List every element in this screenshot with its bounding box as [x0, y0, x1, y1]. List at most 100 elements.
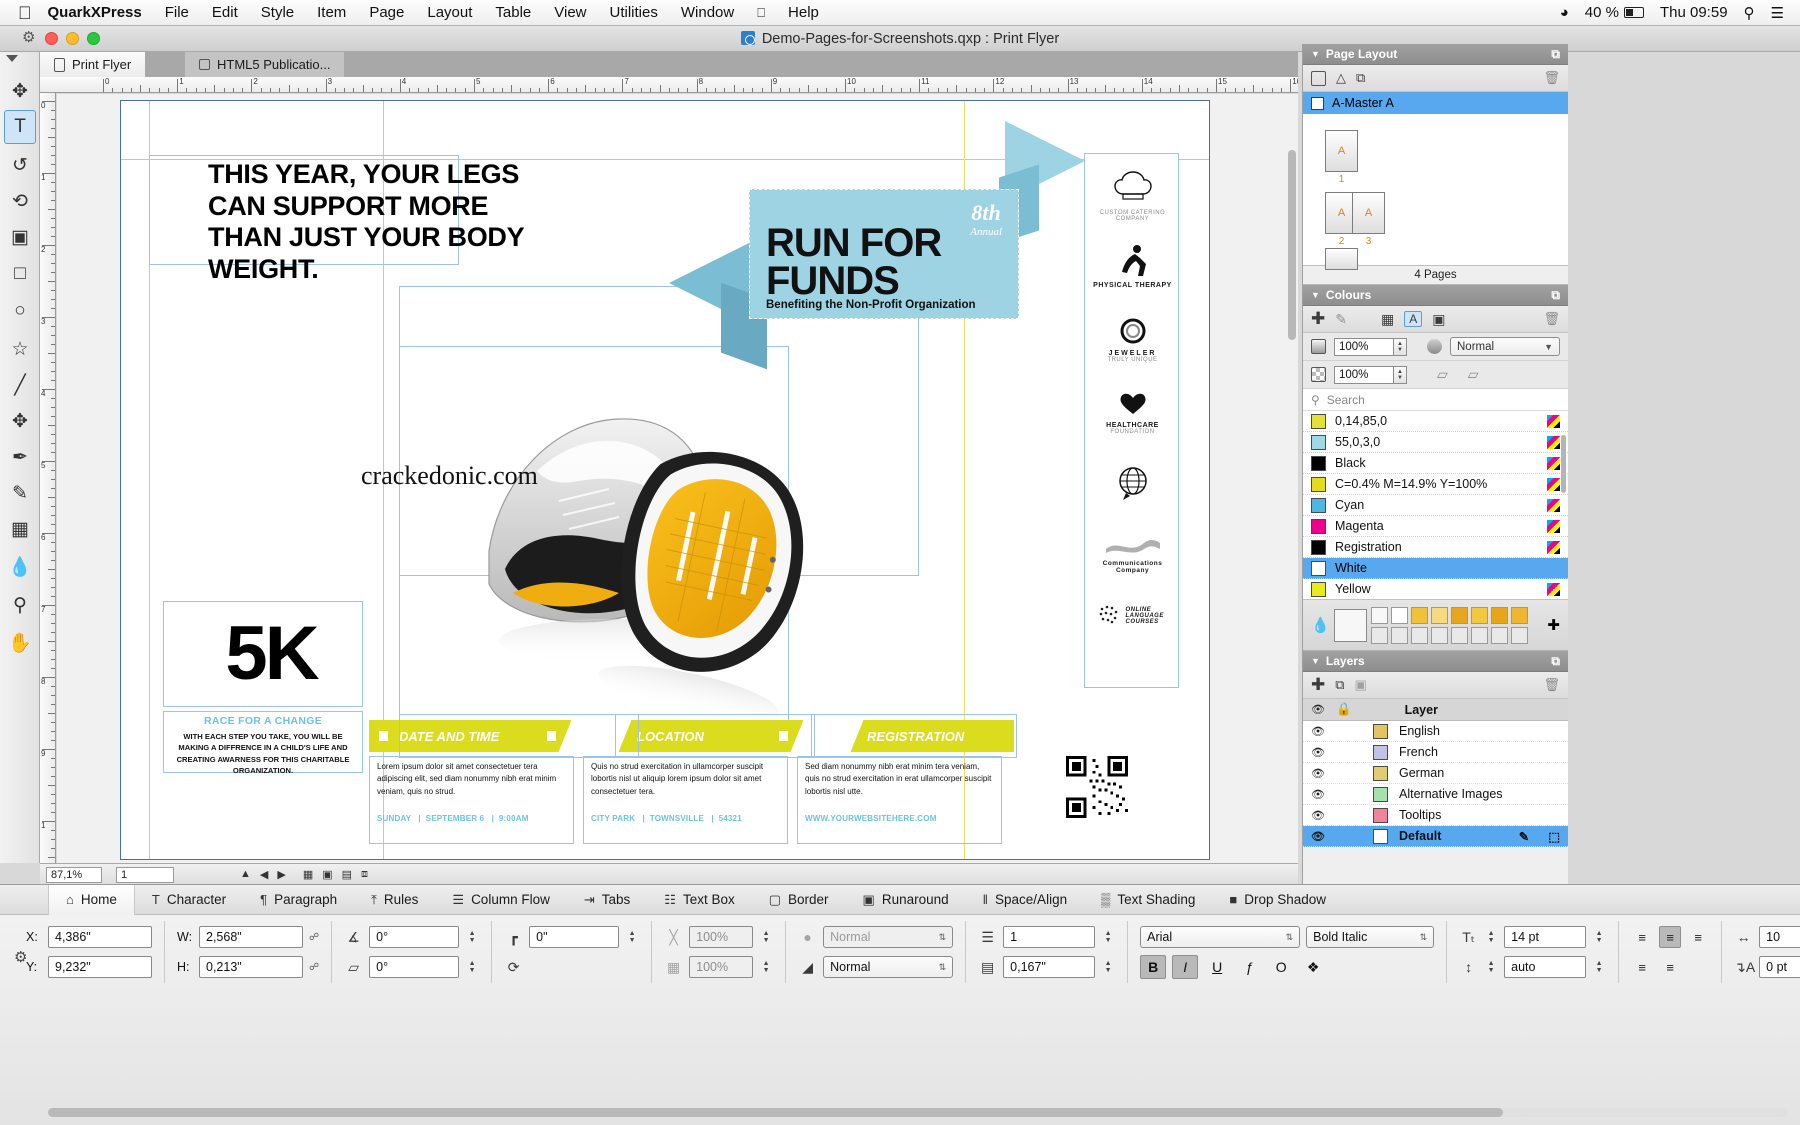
airplay-icon[interactable]: ⎕ [757, 5, 765, 21]
scale-y-stepper[interactable]: ▲▼ [759, 956, 773, 978]
layer-row[interactable]: 👁English [1303, 721, 1568, 742]
text-colour-icon[interactable]: A [1404, 311, 1422, 327]
apple-logo-icon[interactable]:  [18, 4, 32, 22]
columns-stepper[interactable]: ▲▼ [1101, 926, 1115, 948]
colour-row[interactable]: 0,14,85,0 [1303, 411, 1568, 432]
spotlight-search-icon[interactable]: ⚲ [1744, 4, 1755, 22]
layer-row[interactable]: 👁German [1303, 763, 1568, 784]
menu-file[interactable]: File [165, 4, 189, 21]
menu-page[interactable]: Page [369, 4, 404, 21]
recent-swatch[interactable] [1491, 607, 1508, 624]
page-layout-panel-header[interactable]: ▼ Page Layout ⧉ [1303, 44, 1568, 65]
empty-swatch[interactable] [1451, 627, 1468, 644]
pan-tool-icon[interactable]: ✋ [4, 626, 36, 660]
table-tool-icon[interactable]: ▦ [4, 512, 36, 546]
align-justify-button[interactable]: ≡ [1631, 956, 1653, 978]
measurements-tab-column-flow[interactable]: ☰Column Flow [435, 885, 566, 915]
page-nav-buttons[interactable]: ▲ ◀ ▶ ▦ ▣ ▤ ⧈ [240, 868, 368, 881]
menu-layout[interactable]: Layout [427, 4, 472, 21]
layer-row[interactable]: 👁Tooltips [1303, 805, 1568, 826]
measurements-tab-paragraph[interactable]: ¶Paragraph [243, 885, 354, 915]
menu-utilities[interactable]: Utilities [610, 4, 658, 21]
move-tool-icon[interactable]: ✥ [4, 74, 36, 108]
add-layer-icon[interactable]: ✚ [1311, 675, 1325, 695]
colour-row[interactable]: 55,0,3,0 [1303, 432, 1568, 453]
shade-stepper[interactable]: ▲▼ [1394, 338, 1407, 356]
y-input[interactable]: 9,232" [48, 956, 152, 978]
single-page-view-icon[interactable]: ▦ [303, 868, 313, 881]
font-family-select[interactable]: Arial ⇅ [1140, 926, 1300, 948]
fullscreen-view-icon[interactable]: ⧈ [361, 868, 368, 881]
zoom-level-input[interactable]: 87,1% [46, 867, 102, 883]
master-page-icon[interactable]: △ [1336, 70, 1346, 86]
page-thumbnail[interactable]: A [1352, 192, 1385, 234]
underline-button[interactable]: U [1204, 955, 1230, 979]
font-size-input[interactable]: 14 pt [1504, 926, 1586, 948]
event-banner[interactable]: 8th Annual RUN FOR FUNDS Benefiting the … [749, 189, 1019, 319]
font-effects-button[interactable]: ƒ [1236, 955, 1262, 979]
align-right-button[interactable]: ≡ [1687, 926, 1709, 948]
menu-edit[interactable]: Edit [212, 4, 238, 21]
page-thumbnails-area[interactable]: A 1 A 2 A 3 [1303, 114, 1568, 266]
battery-status[interactable]: 40 % [1585, 4, 1644, 21]
panel-dock-icon[interactable]: ⧉ [1551, 654, 1560, 669]
opacity-dot-icon[interactable] [1427, 339, 1442, 354]
duplicate-page-icon[interactable]: ⧉ [1356, 70, 1365, 86]
measurements-tab-border[interactable]: ▢Border [752, 885, 846, 915]
baseline-shift-input[interactable]: 0 pt [1759, 956, 1800, 978]
layer-visibility-icon[interactable]: 👁 [1311, 767, 1325, 780]
height-input[interactable]: 0,213" [199, 956, 303, 978]
layer-row[interactable]: 👁French [1303, 742, 1568, 763]
scale-x-input[interactable]: 100% [689, 926, 753, 948]
colour-row[interactable]: C=0.4% M=14.9% Y=100% [1303, 474, 1568, 495]
blend-top-select[interactable]: Normal ⇅ [823, 926, 953, 948]
gutter-stepper[interactable]: ▲▼ [1101, 956, 1115, 978]
recent-swatch[interactable] [1391, 607, 1408, 624]
edit-layer-icon[interactable]: ✎ [1519, 829, 1529, 844]
text-content-tool-icon[interactable]: T [4, 110, 36, 144]
solid-fill-icon[interactable]: ▦ [1381, 311, 1394, 328]
blend-bottom-select[interactable]: Normal ⇅ [823, 956, 953, 978]
gutter-input[interactable]: 0,167" [1003, 956, 1095, 978]
colour-row[interactable]: White [1303, 558, 1568, 579]
measurements-tab-space-align[interactable]: ‖Space/Align [966, 885, 1084, 915]
measurements-tab-character[interactable]: TCharacter [135, 885, 243, 915]
skew-input[interactable]: 0° [369, 956, 459, 978]
next-page-icon[interactable]: ▶ [277, 868, 285, 881]
layer-items-icon[interactable]: ⬚ [1548, 829, 1560, 844]
flip-rotate-icon[interactable]: ⟳ [504, 959, 523, 976]
facing-page-view-icon[interactable]: ▣ [322, 868, 332, 881]
corner-stepper[interactable]: ▲▼ [625, 926, 639, 948]
tab-print-flyer[interactable]: Print Flyer [40, 52, 145, 77]
rotation-input[interactable]: 0° [369, 926, 459, 948]
collapse-triangle-icon[interactable]: ▼ [1311, 290, 1320, 300]
clock-label[interactable]: Thu 09:59 [1660, 4, 1728, 21]
recent-swatch[interactable] [1471, 607, 1488, 624]
columns-input[interactable]: 1 [1003, 926, 1095, 948]
gradient-end-icon[interactable]: ▱ [1468, 366, 1479, 383]
layer-visibility-icon[interactable]: 👁 [1311, 830, 1325, 843]
layer-visibility-icon[interactable]: 👁 [1311, 809, 1325, 822]
delete-page-icon[interactable]: 🗑 [1543, 70, 1560, 86]
corner-radius-input[interactable]: 0" [529, 926, 619, 948]
measurements-tab-drop-shadow[interactable]: ■Drop Shadow [1212, 885, 1343, 915]
skew-stepper[interactable]: ▲▼ [465, 956, 479, 978]
empty-swatch[interactable] [1371, 627, 1388, 644]
alpha-input[interactable]: 100% [1334, 366, 1394, 384]
prev-page-icon[interactable]: ◀ [260, 868, 268, 881]
x-input[interactable]: 4,386" [48, 926, 152, 948]
rectangle-box-tool-icon[interactable]: □ [4, 257, 36, 291]
colour-row[interactable]: Registration [1303, 537, 1568, 558]
layers-panel-header[interactable]: ▼ Layers ⧉ [1303, 651, 1568, 672]
link-dimensions-icon-2[interactable]: ☍ [309, 962, 319, 973]
document-page[interactable]: THIS YEAR, YOUR LEGS CAN SUPPORT MORE TH… [120, 100, 1210, 860]
eyedropper-icon[interactable]: 💧 [1311, 616, 1330, 634]
measurements-tab-tabs[interactable]: ⇥Tabs [567, 885, 647, 915]
measurements-horizontal-scrollbar[interactable] [48, 1108, 1788, 1117]
empty-swatch[interactable] [1431, 627, 1448, 644]
picture-box-tool-icon[interactable]: ▣ [4, 220, 36, 254]
link-dimensions-icon[interactable]: ☍ [309, 932, 319, 943]
zoom-tool-icon[interactable]: ⚲ [4, 588, 36, 622]
menu-quarkxpress[interactable]: QuarkXPress [48, 4, 142, 21]
duplicate-layer-icon[interactable]: ⧉ [1335, 677, 1344, 693]
